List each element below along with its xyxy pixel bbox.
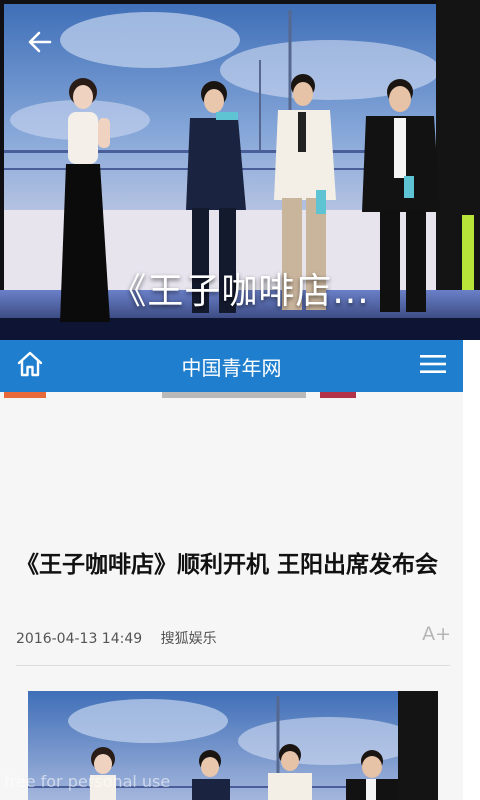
watermark-text: free for personal use	[4, 772, 171, 791]
hero-photo[interactable]: 《王子咖啡店...	[0, 0, 480, 340]
menu-button[interactable]	[403, 340, 463, 392]
font-size-button[interactable]: A+	[422, 623, 451, 645]
hero-caption: 《王子咖啡店...	[110, 271, 370, 312]
carousel-peek-left	[4, 392, 46, 398]
screen: 《王子咖啡店... 中国青年网 《王子咖啡店》顺利开机 王阳出席发布会 2016…	[0, 0, 480, 800]
top-navigation-bar: 中国青年网	[0, 340, 463, 392]
arrow-left-icon	[27, 29, 53, 59]
divider	[16, 665, 450, 666]
hamburger-menu-icon	[419, 353, 447, 379]
article: 《王子咖啡店》顺利开机 王阳出席发布会 2016-04-13 14:49 搜狐娱…	[0, 535, 463, 800]
back-button[interactable]	[18, 24, 62, 64]
article-title: 《王子咖啡店》顺利开机 王阳出席发布会	[16, 552, 439, 578]
home-button[interactable]	[0, 340, 60, 392]
carousel-peek-right	[320, 392, 356, 398]
site-title: 中国青年网	[181, 355, 282, 380]
home-icon	[15, 349, 45, 383]
right-edge-strip	[463, 340, 480, 800]
article-source: 搜狐娱乐	[160, 631, 217, 647]
publish-date: 2016-04-13 14:49	[16, 631, 143, 647]
carousel-peek-middle	[162, 392, 306, 398]
article-meta: 2016-04-13 14:49 搜狐娱乐	[16, 628, 217, 648]
